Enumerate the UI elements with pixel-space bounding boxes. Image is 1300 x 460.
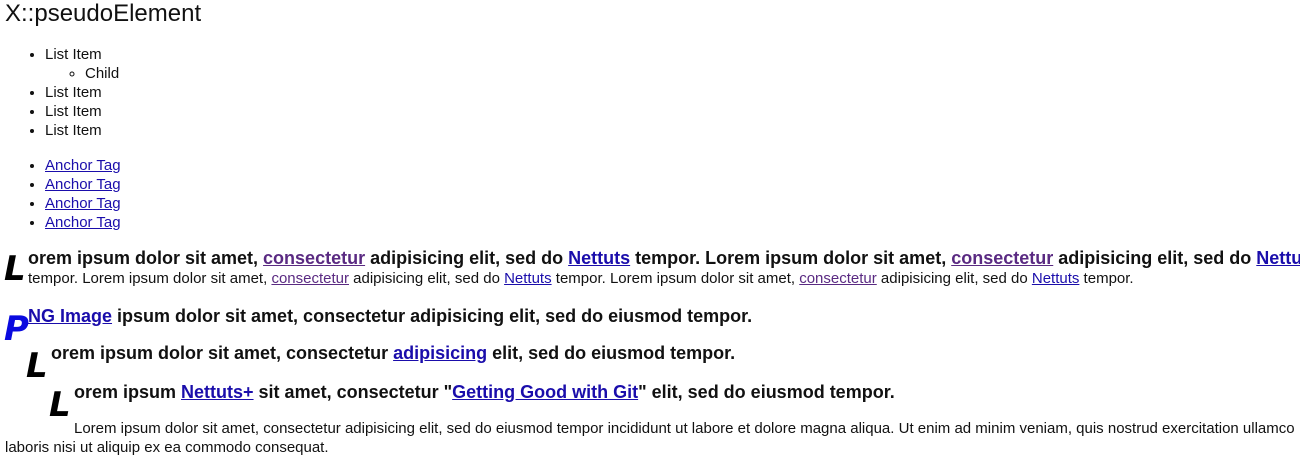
consectetur-link[interactable]: consectetur <box>951 248 1053 268</box>
paragraph-2: P NG Image ipsum dolor sit amet, consect… <box>4 306 1295 349</box>
drop-cap: P <box>4 309 29 349</box>
nettuts-link[interactable]: Nettuts <box>1256 248 1300 268</box>
text: adipisicing elit, sed do <box>348 270 505 287</box>
text: orem ipsum dolor sit amet, <box>28 248 264 268</box>
paragraph-4: L orem ipsum Nettuts+ sit amet, consecte… <box>5 382 1295 425</box>
page-title: X::pseudoElement <box>5 0 202 27</box>
list-item: List Item Child <box>45 45 1295 83</box>
text: orem ipsum <box>74 382 182 402</box>
text: adipisicing elit, sed do <box>365 248 569 268</box>
nested-list: Child <box>45 64 1295 83</box>
page: X::pseudoElement List Item Child List It… <box>0 0 1300 457</box>
paragraph-1: L orem ipsum dolor sit amet, consectetur… <box>4 248 1300 289</box>
paragraph-3: L orem ipsum dolor sit amet, consectetur… <box>5 343 1295 386</box>
anchor-link[interactable]: Anchor Tag <box>45 157 121 174</box>
text: tempor. Lorem ipsum dolor sit amet, <box>551 270 800 287</box>
text: sit amet, consectetur " <box>253 382 453 402</box>
text: tempor. <box>1079 270 1134 287</box>
text: ipsum dolor sit amet, consectetur adipis… <box>112 306 753 326</box>
text: tempor. Lorem ipsum dolor sit amet, <box>28 270 272 287</box>
paragraph-body-line: tempor. Lorem ipsum dolor sit amet, cons… <box>28 269 1295 288</box>
paragraph-lead-line: orem ipsum Nettuts+ sit amet, consectetu… <box>74 382 1295 403</box>
drop-cap: L <box>26 346 48 386</box>
text: adipisicing elit, sed do <box>876 270 1032 287</box>
anchor-list-item: Anchor Tag <box>45 213 1295 232</box>
paragraph-lead-line: orem ipsum dolor sit amet, consectetur a… <box>28 248 1300 269</box>
text: elit, sed do eiusmod tempor. <box>487 343 736 363</box>
list-items: List Item Child List Item List Item List… <box>5 45 1295 140</box>
anchor-list-item: Anchor Tag <box>45 194 1295 213</box>
list-item-label: List Item <box>45 46 102 63</box>
anchor-list: Anchor Tag Anchor Tag Anchor Tag Anchor … <box>5 156 1295 232</box>
list-item: List Item <box>45 83 1295 102</box>
nettuts-link[interactable]: Nettuts <box>1032 270 1080 287</box>
adipisicing-link[interactable]: adipisicing <box>393 343 487 363</box>
text: " elit, sed do eiusmod tempor. <box>638 382 895 402</box>
consectetur-link[interactable]: consectetur <box>799 270 877 287</box>
paragraph-lead-line: orem ipsum dolor sit amet, consectetur a… <box>51 343 1295 364</box>
nettuts-link[interactable]: Nettuts <box>568 248 630 268</box>
paragraph-lead-line: NG Image ipsum dolor sit amet, consectet… <box>28 306 1295 327</box>
png-image-link[interactable]: NG Image <box>28 306 112 326</box>
anchor-link[interactable]: Anchor Tag <box>45 214 121 231</box>
text: orem ipsum dolor sit amet, consectetur <box>51 343 394 363</box>
list-item: List Item <box>45 102 1295 121</box>
anchor-list-item: Anchor Tag <box>45 156 1295 175</box>
list-item: List Item <box>45 121 1295 140</box>
drop-cap: L <box>4 249 26 289</box>
drop-cap: L <box>49 385 71 425</box>
anchor-list-item: Anchor Tag <box>45 175 1295 194</box>
anchor-link[interactable]: Anchor Tag <box>45 176 121 193</box>
paragraph-5: Lorem ipsum dolor sit amet, consectetur … <box>5 420 1295 456</box>
consectetur-link[interactable]: consectetur <box>271 270 349 287</box>
nettuts-link[interactable]: Nettuts <box>504 270 552 287</box>
text: tempor. Lorem ipsum dolor sit amet, <box>630 248 952 268</box>
anchor-link[interactable]: Anchor Tag <box>45 195 121 212</box>
text: adipisicing elit, sed do <box>1053 248 1257 268</box>
list-item-child: Child <box>85 64 1295 83</box>
consectetur-link[interactable]: consectetur <box>263 248 365 268</box>
nettuts-plus-link[interactable]: Nettuts+ <box>181 382 254 402</box>
getting-good-with-git-link[interactable]: Getting Good with Git <box>452 382 638 402</box>
